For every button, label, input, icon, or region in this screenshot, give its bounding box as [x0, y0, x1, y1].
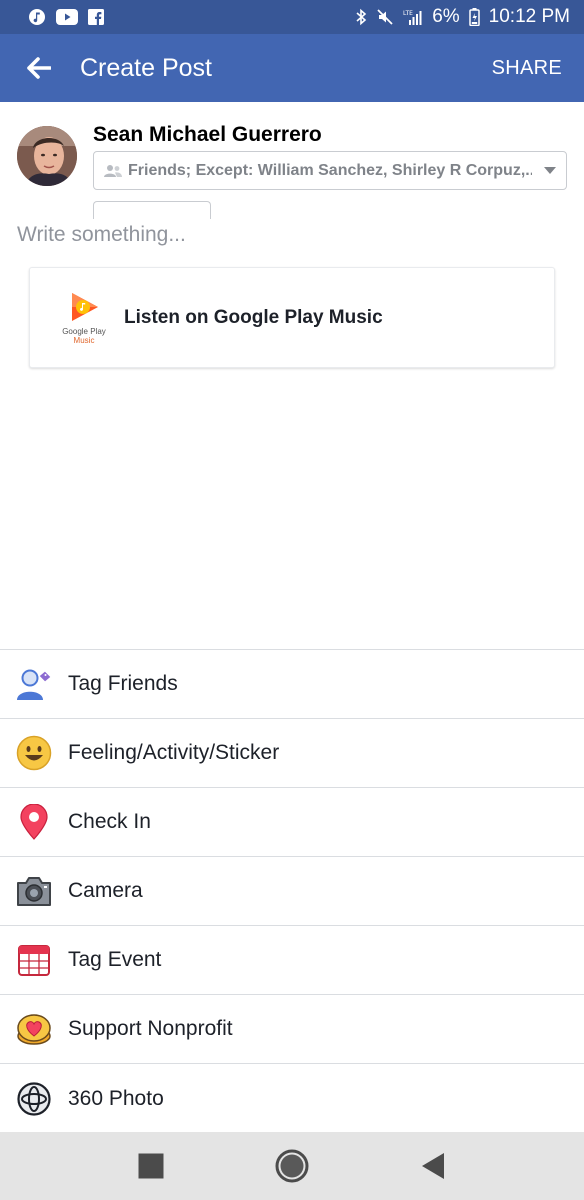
option-label: Tag Event	[68, 948, 162, 971]
post-text-input[interactable]	[17, 218, 557, 252]
mute-icon	[376, 8, 394, 26]
avatar-photo	[17, 126, 77, 186]
system-nav-bar	[0, 1132, 584, 1200]
option-camera[interactable]: Camera	[0, 857, 584, 926]
bluetooth-icon	[355, 8, 367, 26]
location-pin-icon	[20, 804, 48, 840]
option-tag-friends[interactable]: Tag Friends	[0, 650, 584, 719]
option-support-nonprofit[interactable]: Support Nonprofit	[0, 995, 584, 1064]
app-bar: Create Post SHARE	[0, 34, 584, 102]
avatar[interactable]	[17, 126, 77, 186]
home-button[interactable]	[262, 1136, 322, 1196]
audience-selector[interactable]: Friends; Except: William Sanchez, Shirle…	[93, 151, 567, 190]
google-play-music-logo: Google Play Music	[54, 278, 114, 358]
option-label: Support Nonprofit	[68, 1017, 233, 1040]
attachment-title: Listen on Google Play Music	[124, 306, 383, 328]
google-play-caption: Google Play	[62, 326, 106, 336]
friends-icon	[104, 164, 122, 177]
home-circle-icon	[275, 1149, 309, 1183]
svg-text:LTE: LTE	[403, 10, 413, 17]
option-label: Tag Friends	[68, 672, 178, 695]
google-play-music-icon	[72, 292, 98, 321]
back-nav-button[interactable]	[403, 1136, 463, 1196]
calendar-icon	[18, 945, 50, 976]
option-check-in[interactable]: Check In	[0, 788, 584, 857]
album-selector[interactable]	[93, 201, 211, 219]
chevron-down-icon	[544, 167, 556, 174]
facebook-icon	[88, 9, 104, 25]
battery-percent: 6%	[432, 6, 460, 27]
page-title: Create Post	[80, 53, 213, 82]
360-photo-icon	[17, 1081, 51, 1116]
status-time: 10:12 PM	[488, 6, 570, 27]
camera-icon	[17, 877, 51, 906]
music-caption: Music	[73, 335, 95, 345]
status-bar: LTE 6% 10:12 PM	[0, 0, 584, 34]
option-360-photo[interactable]: 360 Photo	[0, 1064, 584, 1133]
status-system-icons: LTE 6% 10:12 PM	[355, 6, 570, 28]
triangle-back-icon	[422, 1153, 445, 1179]
user-name: Sean Michael Guerrero	[93, 123, 322, 146]
audience-label: Friends; Except: William Sanchez, Shirle…	[128, 161, 532, 179]
status-notification-icons	[28, 8, 104, 26]
back-arrow-icon	[27, 57, 51, 79]
nonprofit-heart-icon	[17, 1014, 51, 1045]
lte-signal-icon: LTE	[403, 8, 423, 26]
back-button[interactable]	[0, 34, 80, 102]
music-attachment-card[interactable]: Google Play Music Listen on Google Play …	[29, 267, 555, 368]
square-icon	[138, 1153, 164, 1179]
option-label: Feeling/Activity/Sticker	[68, 741, 280, 764]
tag-friends-icon	[17, 669, 52, 700]
option-feeling[interactable]: Feeling/Activity/Sticker	[0, 719, 584, 788]
composer-options-list: Tag Friends Feeling/Activity/Sticker Che…	[0, 649, 584, 1133]
option-label: Check In	[68, 810, 151, 833]
youtube-icon	[56, 9, 78, 25]
option-tag-event[interactable]: Tag Event	[0, 926, 584, 995]
option-label: Camera	[68, 879, 143, 902]
feeling-icon	[16, 735, 52, 771]
battery-icon	[468, 8, 480, 26]
recent-apps-button[interactable]	[121, 1136, 181, 1196]
music-icon	[28, 8, 46, 26]
share-button[interactable]: SHARE	[492, 57, 562, 80]
option-label: 360 Photo	[68, 1086, 164, 1110]
